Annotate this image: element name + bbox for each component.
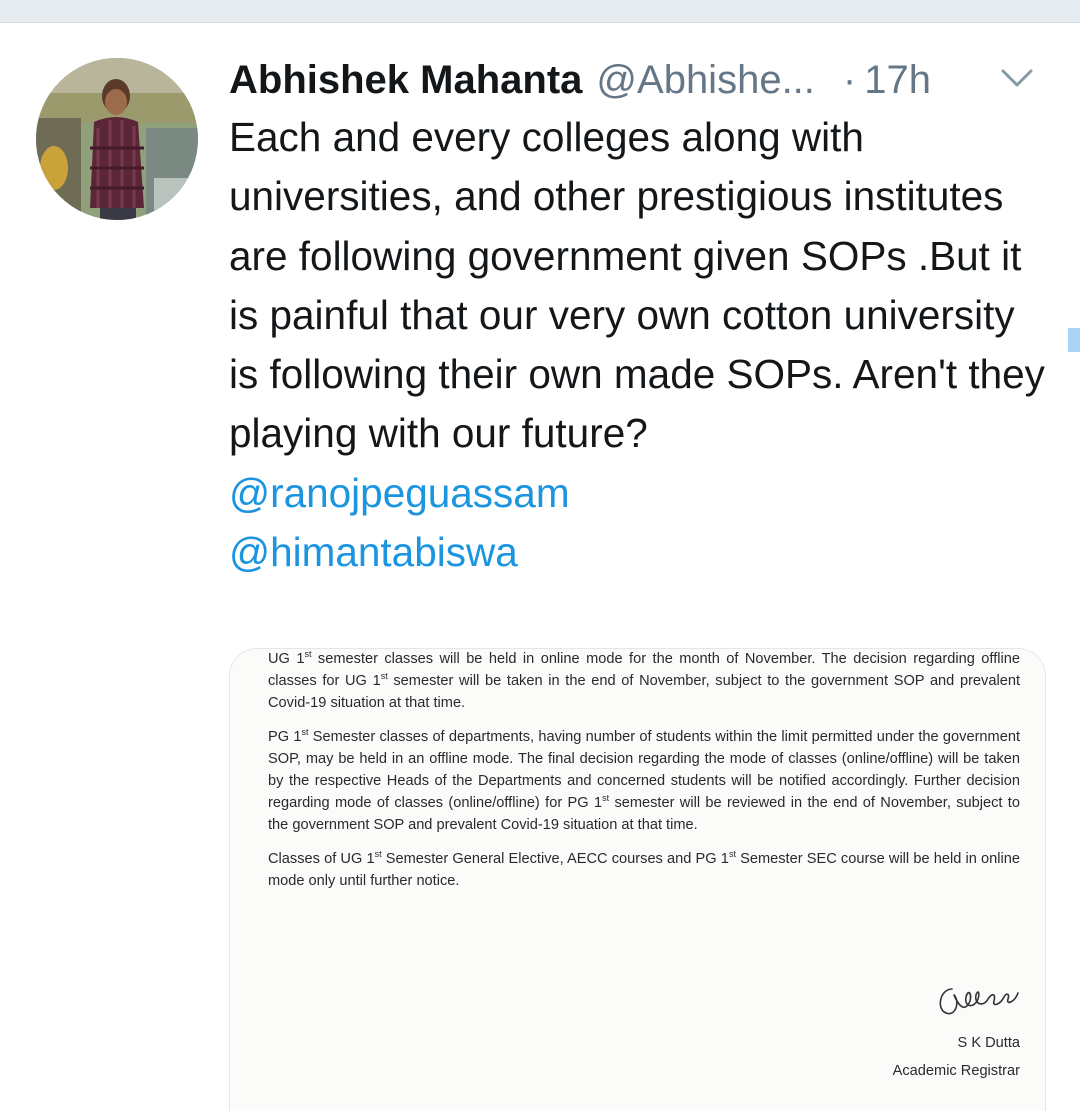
document-paragraph: UG 1st semester classes will be held in … — [268, 649, 1020, 712]
tweet-body: Each and every colleges along with unive… — [229, 108, 1049, 582]
avatar-photo — [36, 58, 198, 220]
signer-title: Academic Registrar — [892, 1063, 1020, 1079]
avatar[interactable] — [36, 58, 198, 220]
mention-link[interactable]: @himantabiswa — [229, 523, 1049, 582]
document-text: UG 1st semester classes will be held in … — [268, 649, 1020, 903]
author-name[interactable]: Abhishek Mahanta — [229, 58, 582, 103]
signature-icon — [939, 988, 1019, 1015]
author-handle[interactable]: @Abhishe... — [596, 58, 815, 103]
attached-image[interactable]: UG 1st semester classes will be held in … — [229, 648, 1046, 1111]
separator-dot: · — [842, 57, 857, 102]
document-paragraph: PG 1st Semester classes of departments, … — [268, 726, 1020, 834]
tweet-header: Abhishek Mahanta @Abhishe... · 17h — [229, 52, 1059, 108]
top-divider-bar — [0, 0, 1080, 23]
scroll-indicator — [1068, 328, 1080, 352]
signer-name: S K Dutta — [957, 1035, 1020, 1051]
chevron-down-icon[interactable] — [997, 62, 1037, 94]
mention-link[interactable]: @ranojpeguassam — [229, 464, 1049, 523]
tweet-text: Each and every colleges along with unive… — [229, 114, 1045, 457]
document-paragraph: Classes of UG 1st Semester General Elect… — [268, 848, 1020, 889]
signer-block: S K Dutta Academic Registrar — [893, 1029, 1020, 1085]
tweet-timestamp[interactable]: 17h — [864, 58, 931, 103]
